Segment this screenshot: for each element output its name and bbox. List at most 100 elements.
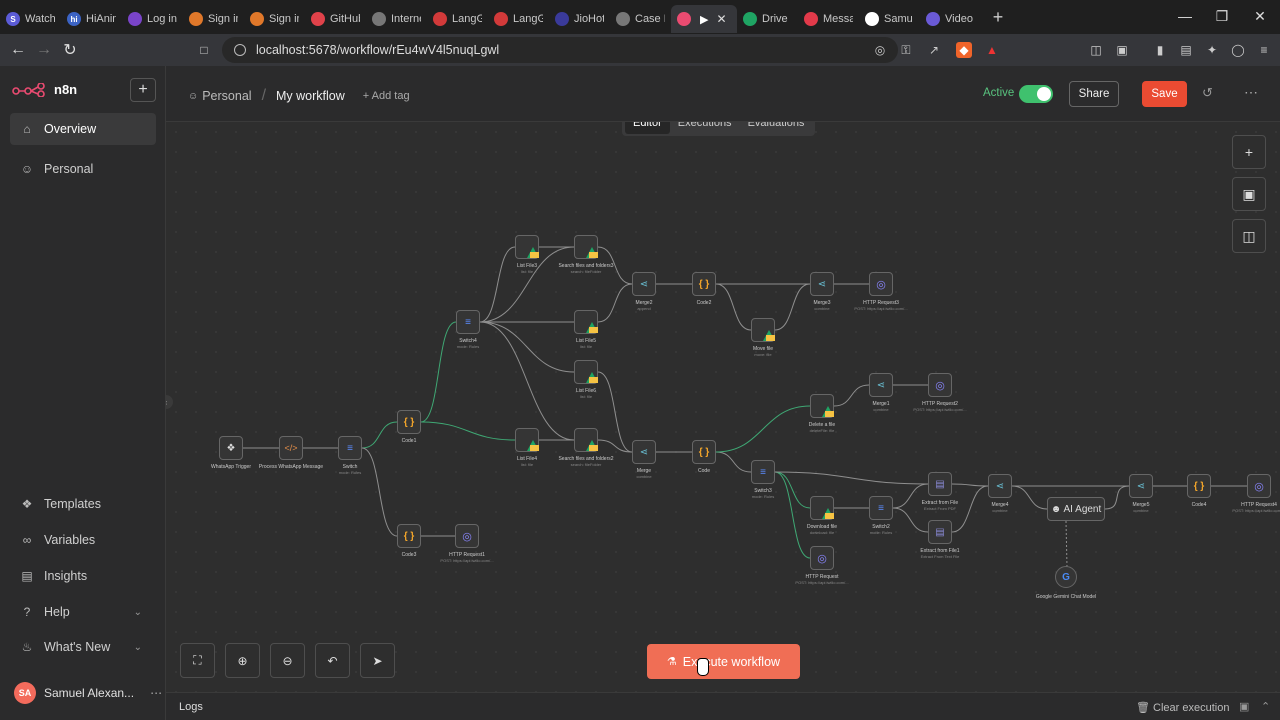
workflow-node-search2[interactable]: Search files and folders2 search: fileFol… [558, 428, 614, 467]
browser-tab[interactable]: LangG [427, 5, 488, 33]
browser-menu-icon[interactable]: ≡ [1256, 42, 1272, 58]
key-icon[interactable]: ⚿ [898, 42, 914, 58]
close-tab-icon[interactable]: ✕ [716, 12, 726, 26]
reading-mode-icon[interactable]: ▣ [1114, 42, 1130, 58]
workflow-node-listfile5[interactable]: List File5 list: file [574, 310, 598, 349]
sidebar-item-overview[interactable]: ⌂ Overview [10, 113, 156, 145]
browser-tab[interactable]: JioHot [549, 5, 610, 33]
logs-collapse-icon[interactable]: ⌃ [1261, 700, 1270, 713]
workflow-node-httpreq[interactable]: ◎ HTTP Request POST: https://api.twilio.co… [795, 546, 849, 585]
browser-tab[interactable]: ▶ ✕ [671, 5, 737, 33]
active-toggle[interactable] [1019, 85, 1053, 103]
create-button[interactable]: + [130, 78, 156, 102]
workflow-node-code4[interactable]: { } Code4 [1187, 474, 1211, 508]
workflow-node-http4[interactable]: ◎ HTTP Request4 POST: https://api.twilio.c… [1232, 474, 1280, 513]
workflow-node-deletefile[interactable]: Delete a file deleteFile: file [809, 394, 835, 433]
forward-arrow-icon[interactable]: → [31, 37, 57, 63]
browser-tab[interactable]: Messa [798, 5, 859, 33]
leo-ai-icon[interactable]: ✦ [1204, 42, 1220, 58]
workflow-node-code1[interactable]: { } Code1 [397, 410, 421, 444]
workflow-node-switch3[interactable]: ≡ Switch3 mode: Rules [751, 460, 775, 499]
workflow-node-extractpdf[interactable]: ▤ Extract from File Extract From PDF [922, 472, 958, 511]
breadcrumb-project[interactable]: ☺ Personal [188, 89, 252, 103]
browser-tab[interactable]: Sign in [183, 5, 244, 33]
zoom-in-icon[interactable]: ⊕ [225, 643, 260, 678]
wallet-icon[interactable]: ▤ [1178, 42, 1194, 58]
workflow-node-code2[interactable]: { } Code2 [692, 272, 716, 306]
workflow-node-merge5[interactable]: ⋖ Merge5 combine [1129, 474, 1153, 513]
new-tab-button[interactable]: + [985, 4, 1011, 30]
browser-tab[interactable]: Interne [366, 5, 427, 33]
browser-tab[interactable]: S Watch [0, 5, 61, 33]
workflow-node-http1[interactable]: ◎ HTTP Request1 POST: https://api.twilio.c… [440, 524, 494, 563]
zoom-out-icon[interactable]: ⊖ [270, 643, 305, 678]
workflow-node-code3[interactable]: { } Code3 [397, 524, 421, 558]
workflow-node-search3[interactable]: Search files and folders3 search: fileFol… [558, 235, 614, 274]
close-window-icon[interactable]: ✕ [1248, 6, 1272, 26]
workflow-node-trigger[interactable]: ❖ WhatsApp Trigger [211, 436, 251, 470]
workflow-node-merge4[interactable]: ⋖ Merge4 combine [988, 474, 1012, 513]
browser-tab[interactable]: Samu [859, 5, 920, 33]
extensions-icon[interactable]: ◫ [1088, 42, 1104, 58]
sidebar-item-variables[interactable]: ∞ Variables [10, 524, 156, 556]
sidebar-item-insights[interactable]: ▤ Insights [10, 560, 156, 592]
minimize-window-icon[interactable]: — [1173, 6, 1197, 26]
back-arrow-icon[interactable]: ← [5, 37, 31, 63]
user-menu[interactable]: SA Samuel Alexan... ⋯ [14, 682, 162, 704]
browser-tab[interactable]: Case H [610, 5, 671, 33]
workflow-node-merge[interactable]: ⋖ Merge combine [632, 440, 656, 479]
sidebar-item-whats-new[interactable]: ♨ What's New ⌄ [10, 631, 156, 663]
undo-icon[interactable]: ↶ [315, 643, 350, 678]
workflow-node-http2[interactable]: ◎ HTTP Request2 POST: https://api.twilio.c… [913, 373, 967, 412]
workflow-node-gemini[interactable]: G Google Gemini Chat Model [1036, 566, 1096, 600]
workflow-canvas[interactable]: Editor Executions Evaluations + ▣ ◫ ‹ ❖W… [166, 122, 1280, 692]
workflow-node-merge1[interactable]: ⋖ Merge1 combine [869, 373, 893, 412]
site-info-icon[interactable] [234, 44, 246, 56]
n8n-logo[interactable]: n8n [12, 82, 77, 97]
workflow-node-merge3[interactable]: ⋖ Merge3 combine [810, 272, 834, 311]
browser-tab[interactable]: Drive [737, 5, 798, 33]
execute-workflow-button[interactable]: ⚗ Execute workflow [647, 644, 800, 679]
add-tag-button[interactable]: + Add tag [363, 90, 410, 102]
logs-panel[interactable]: Logs 🗑 Clear execution ▣ ⌃ [166, 692, 1280, 720]
reload-icon[interactable]: ↻ [57, 37, 83, 63]
save-button[interactable]: Save [1142, 81, 1187, 107]
brave-shield-icon[interactable]: ◆ [956, 42, 972, 58]
workflow-node-listfile6[interactable]: List File6 list: file [574, 360, 598, 399]
tidy-up-icon[interactable]: ➤ [360, 643, 395, 678]
workflow-node-merge2[interactable]: ⋖ Merge2 append [632, 272, 656, 311]
restore-window-icon[interactable]: ❐ [1210, 6, 1234, 26]
workflow-node-http3[interactable]: ◎ HTTP Request3 POST: https://api.twilio.c… [854, 272, 908, 311]
browser-tab[interactable]: hi HiAnim [61, 5, 122, 33]
workflow-node-agent[interactable]: ☻ AI Agent [1047, 497, 1105, 521]
history-icon[interactable]: ↺ [1202, 85, 1220, 103]
sidebar-item-templates[interactable]: ❖ Templates [10, 488, 156, 520]
more-options-icon[interactable]: ⋯ [1244, 84, 1258, 101]
share-page-icon[interactable]: ↗ [926, 42, 942, 58]
clear-execution-button[interactable]: 🗑 Clear execution [1136, 701, 1229, 714]
fit-view-icon[interactable]: ⛶ [180, 643, 215, 678]
bookmark-icon[interactable]: □ [196, 42, 212, 58]
logs-expand-icon[interactable]: ▣ [1239, 700, 1249, 713]
workflow-node-switch4[interactable]: ≡ Switch4 mode: Rules [456, 310, 480, 349]
more-options-icon[interactable]: ⋯ [150, 686, 162, 700]
sidebar-item-personal[interactable]: ☺ Personal [10, 153, 156, 185]
share-button[interactable]: Share [1069, 81, 1119, 107]
sidebar-item-help[interactable]: ? Help ⌄ [10, 596, 156, 628]
eye-off-icon[interactable]: ◎ [872, 42, 888, 58]
workflow-node-switch2[interactable]: ≡ Switch2 mode: Rules [869, 496, 893, 535]
sidebar-toggle-icon[interactable]: ▮ [1152, 42, 1168, 58]
workflow-node-extracttxt[interactable]: ▤ Extract from File1 Extract From Text Fil… [920, 520, 960, 559]
browser-tab[interactable]: Sign in [244, 5, 305, 33]
workflow-name[interactable]: My workflow [276, 89, 345, 103]
workflow-node-switch[interactable]: ≡ Switch mode: Rules [338, 436, 362, 475]
vpn-icon[interactable]: ◯ [1230, 42, 1246, 58]
workflow-node-process[interactable]: </> Process WhatsApp Message [259, 436, 323, 470]
workflow-node-movefile[interactable]: Move file move: file [751, 318, 775, 357]
browser-tab[interactable]: Video [920, 5, 981, 33]
browser-tab[interactable]: Log in [122, 5, 183, 33]
workflow-node-listfile4[interactable]: List File4 list: file [515, 428, 539, 467]
workflow-node-download[interactable]: Download file download: file [807, 496, 837, 535]
workflow-node-code[interactable]: { } Code [692, 440, 716, 474]
workflow-node-listfile3[interactable]: List File3 list: file [515, 235, 539, 274]
